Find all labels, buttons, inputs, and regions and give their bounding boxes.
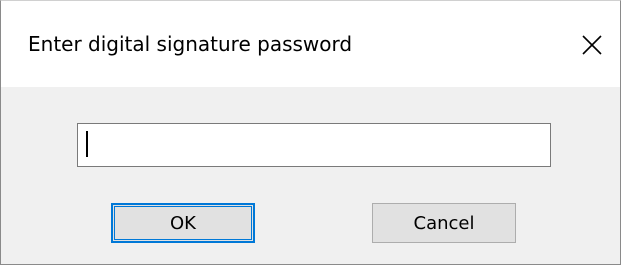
ok-button-label: OK — [170, 212, 196, 234]
close-button[interactable] — [564, 18, 620, 70]
password-field[interactable] — [77, 123, 551, 167]
password-dialog: Enter digital signature password OK Canc… — [0, 0, 621, 265]
close-icon — [582, 35, 602, 55]
cancel-button-label: Cancel — [413, 212, 475, 234]
dialog-title: Enter digital signature password — [28, 32, 353, 56]
title-bar: Enter digital signature password — [1, 1, 620, 87]
ok-button[interactable]: OK — [111, 203, 255, 243]
cancel-button[interactable]: Cancel — [372, 203, 516, 243]
text-caret — [86, 131, 88, 157]
